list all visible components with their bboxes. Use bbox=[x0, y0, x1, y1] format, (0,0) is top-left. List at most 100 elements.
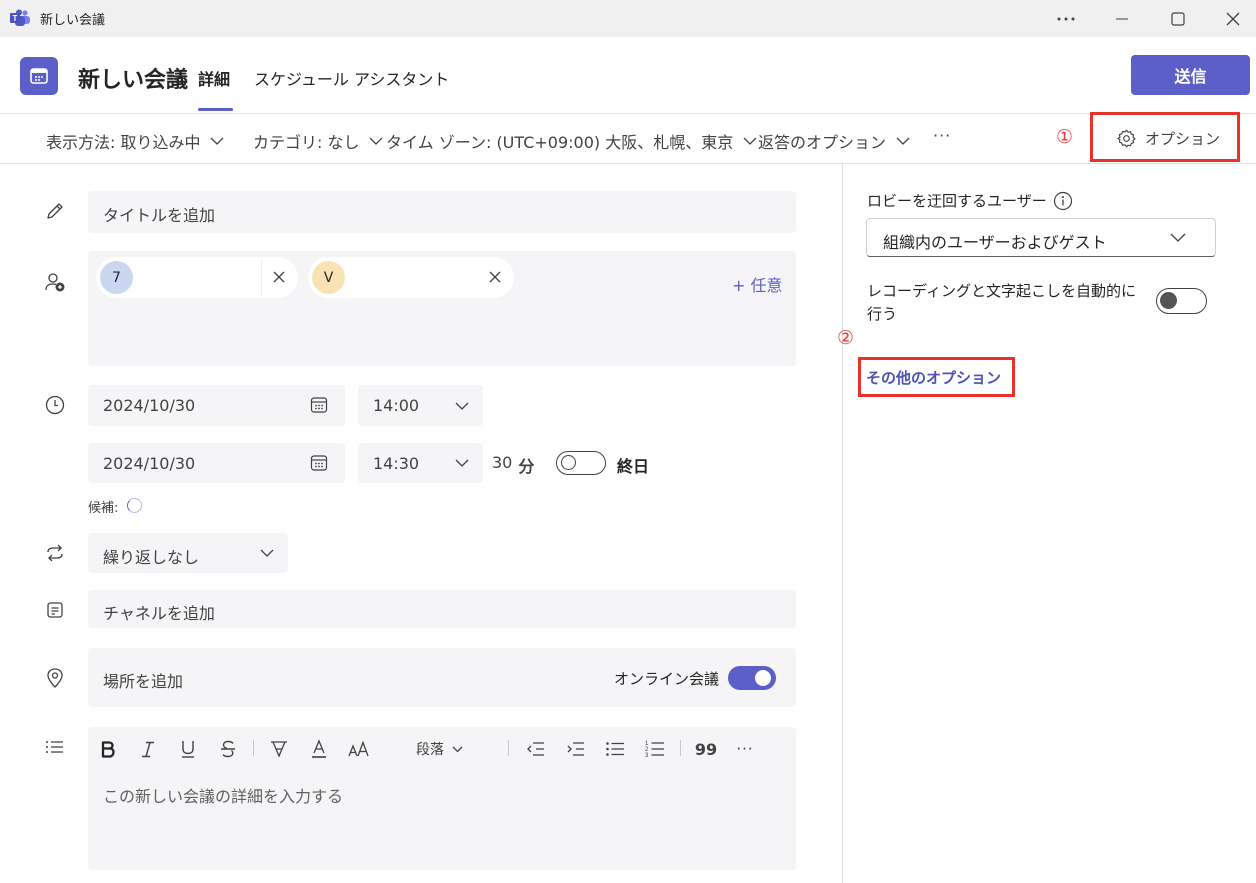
close-icon bbox=[1226, 12, 1240, 25]
teams-logo-icon: T bbox=[10, 9, 31, 28]
bullet-list-button[interactable] bbox=[604, 738, 626, 760]
toolbar-divider bbox=[253, 740, 254, 756]
active-tab-indicator bbox=[198, 108, 233, 111]
channel-input[interactable]: チャネルを追加 bbox=[88, 590, 796, 628]
numbered-list-icon: 123 bbox=[645, 741, 664, 759]
location-input[interactable]: 場所を追加 オンライン会議 bbox=[88, 648, 796, 707]
panel-divider bbox=[842, 164, 843, 883]
underline-button[interactable] bbox=[177, 738, 199, 760]
response-options-dropdown[interactable]: 返答のオプション bbox=[758, 129, 910, 153]
font-size-button[interactable] bbox=[347, 738, 371, 760]
channel-icon bbox=[43, 598, 67, 622]
online-meeting-toggle[interactable] bbox=[728, 666, 776, 690]
maximize-icon bbox=[1171, 11, 1185, 26]
lobby-bypass-heading: ロビーを迂回するユーザー bbox=[867, 190, 1073, 211]
tab-scheduling-assistant[interactable]: スケジュール アシスタント bbox=[254, 66, 449, 90]
title-input[interactable]: タイトルを追加 bbox=[88, 191, 796, 233]
show-as-label: 表示方法: 取り込み中 bbox=[46, 133, 201, 152]
more-formatting-button[interactable]: ··· bbox=[734, 738, 756, 760]
highlight-button[interactable] bbox=[267, 738, 291, 760]
remove-attendee-button[interactable] bbox=[272, 270, 286, 284]
page-title: 新しい会議 bbox=[78, 68, 189, 93]
toolbar-divider bbox=[508, 740, 509, 756]
bold-icon bbox=[101, 740, 115, 758]
location-icon bbox=[43, 666, 67, 690]
add-optional-attendee-link[interactable]: + 任意 bbox=[732, 272, 783, 296]
end-date-picker[interactable]: 2024/10/30 bbox=[88, 443, 345, 483]
more-options-link[interactable]: その他のオプション bbox=[866, 367, 1001, 388]
repeat-value: 繰り返しなし bbox=[103, 548, 200, 567]
toggle-knob bbox=[561, 455, 576, 470]
duration-value: 30 bbox=[492, 453, 513, 472]
title-placeholder: タイトルを追加 bbox=[103, 206, 216, 225]
italic-button[interactable] bbox=[137, 738, 159, 760]
timezone-label: タイム ゾーン: (UTC+09:00) 大阪、札幌、東京 bbox=[386, 133, 734, 152]
show-as-dropdown[interactable]: 表示方法: 取り込み中 bbox=[46, 129, 224, 153]
pencil-icon bbox=[43, 199, 67, 223]
add-person-icon bbox=[43, 270, 67, 294]
decrease-indent-button[interactable] bbox=[524, 738, 546, 760]
annotation-marker-2: ② bbox=[837, 327, 855, 349]
meeting-options-toolbar: 表示方法: 取り込み中 カテゴリ: なし タイム ゾーン: (UTC+09:00… bbox=[0, 112, 1256, 164]
end-time-value: 14:30 bbox=[373, 454, 420, 473]
end-time-dropdown[interactable]: 14:30 bbox=[358, 443, 483, 483]
highlighter-icon bbox=[271, 741, 287, 758]
tab-details[interactable]: 詳細 bbox=[198, 66, 230, 90]
font-size-icon bbox=[348, 741, 369, 757]
indent-icon bbox=[567, 742, 584, 756]
channel-placeholder: チャネルを追加 bbox=[103, 604, 215, 623]
category-label: カテゴリ: なし bbox=[253, 133, 360, 152]
strikethrough-icon bbox=[221, 740, 235, 758]
window-title: 新しい会議 bbox=[40, 13, 106, 28]
chevron-down-icon bbox=[1170, 233, 1186, 242]
details-list-icon bbox=[43, 735, 67, 759]
chevron-down-icon bbox=[211, 137, 224, 145]
send-button[interactable]: 送信 bbox=[1131, 55, 1250, 95]
chevron-down-icon bbox=[260, 549, 274, 557]
strikethrough-button[interactable] bbox=[217, 738, 239, 760]
more-toolbar-button[interactable]: ··· bbox=[933, 126, 951, 145]
all-day-toggle[interactable] bbox=[556, 451, 606, 475]
auto-recording-toggle[interactable] bbox=[1156, 288, 1207, 314]
chevron-down-icon bbox=[370, 137, 383, 145]
remove-attendee-button[interactable] bbox=[488, 270, 502, 284]
options-button[interactable]: オプション bbox=[1116, 128, 1220, 149]
ellipsis-icon bbox=[1057, 17, 1075, 20]
all-day-label: 終日 bbox=[617, 457, 650, 476]
more-window-options-button[interactable] bbox=[1038, 0, 1094, 37]
info-icon[interactable] bbox=[1053, 191, 1073, 211]
toolbar-divider bbox=[680, 740, 681, 756]
title-bar: T 新しい会議 bbox=[0, 0, 1256, 37]
clock-icon bbox=[43, 393, 67, 417]
chip-divider bbox=[261, 259, 262, 296]
start-time-dropdown[interactable]: 14:00 bbox=[358, 385, 483, 426]
increase-indent-button[interactable] bbox=[564, 738, 586, 760]
loading-spinner-icon bbox=[127, 498, 142, 513]
numbered-list-button[interactable]: 123 bbox=[644, 738, 666, 760]
calendar-icon bbox=[20, 57, 58, 95]
paragraph-style-dropdown[interactable]: 段落 bbox=[416, 739, 463, 759]
category-dropdown[interactable]: カテゴリ: なし bbox=[253, 129, 383, 153]
quote-button[interactable]: 99 bbox=[695, 738, 717, 760]
calendar-icon bbox=[310, 454, 328, 472]
lobby-bypass-dropdown[interactable]: 組織内のユーザーおよびゲスト bbox=[866, 218, 1216, 257]
chevron-down-icon bbox=[896, 137, 910, 145]
attendee-chip[interactable]: 7 bbox=[96, 257, 298, 298]
meeting-header: 新しい会議 詳細 スケジュール アシスタント 送信 bbox=[0, 37, 1256, 114]
attendee-chip[interactable]: V bbox=[308, 257, 514, 298]
maximize-button[interactable] bbox=[1150, 0, 1206, 37]
chevron-down-icon bbox=[743, 137, 757, 145]
bold-button[interactable] bbox=[97, 738, 119, 760]
online-meeting-label: オンライン会議 bbox=[614, 670, 720, 688]
avatar: V bbox=[312, 261, 345, 294]
repeat-dropdown[interactable]: 繰り返しなし bbox=[88, 533, 288, 573]
timezone-dropdown[interactable]: タイム ゾーン: (UTC+09:00) 大阪、札幌、東京 bbox=[386, 129, 757, 153]
outdent-icon bbox=[527, 742, 544, 756]
minimize-button[interactable] bbox=[1094, 0, 1150, 37]
avatar: 7 bbox=[100, 261, 133, 294]
font-color-button[interactable] bbox=[308, 738, 330, 760]
close-window-button[interactable] bbox=[1205, 0, 1256, 37]
gear-icon bbox=[1117, 129, 1136, 148]
annotation-marker-1: ① bbox=[1056, 126, 1074, 148]
start-date-picker[interactable]: 2024/10/30 bbox=[88, 385, 345, 426]
